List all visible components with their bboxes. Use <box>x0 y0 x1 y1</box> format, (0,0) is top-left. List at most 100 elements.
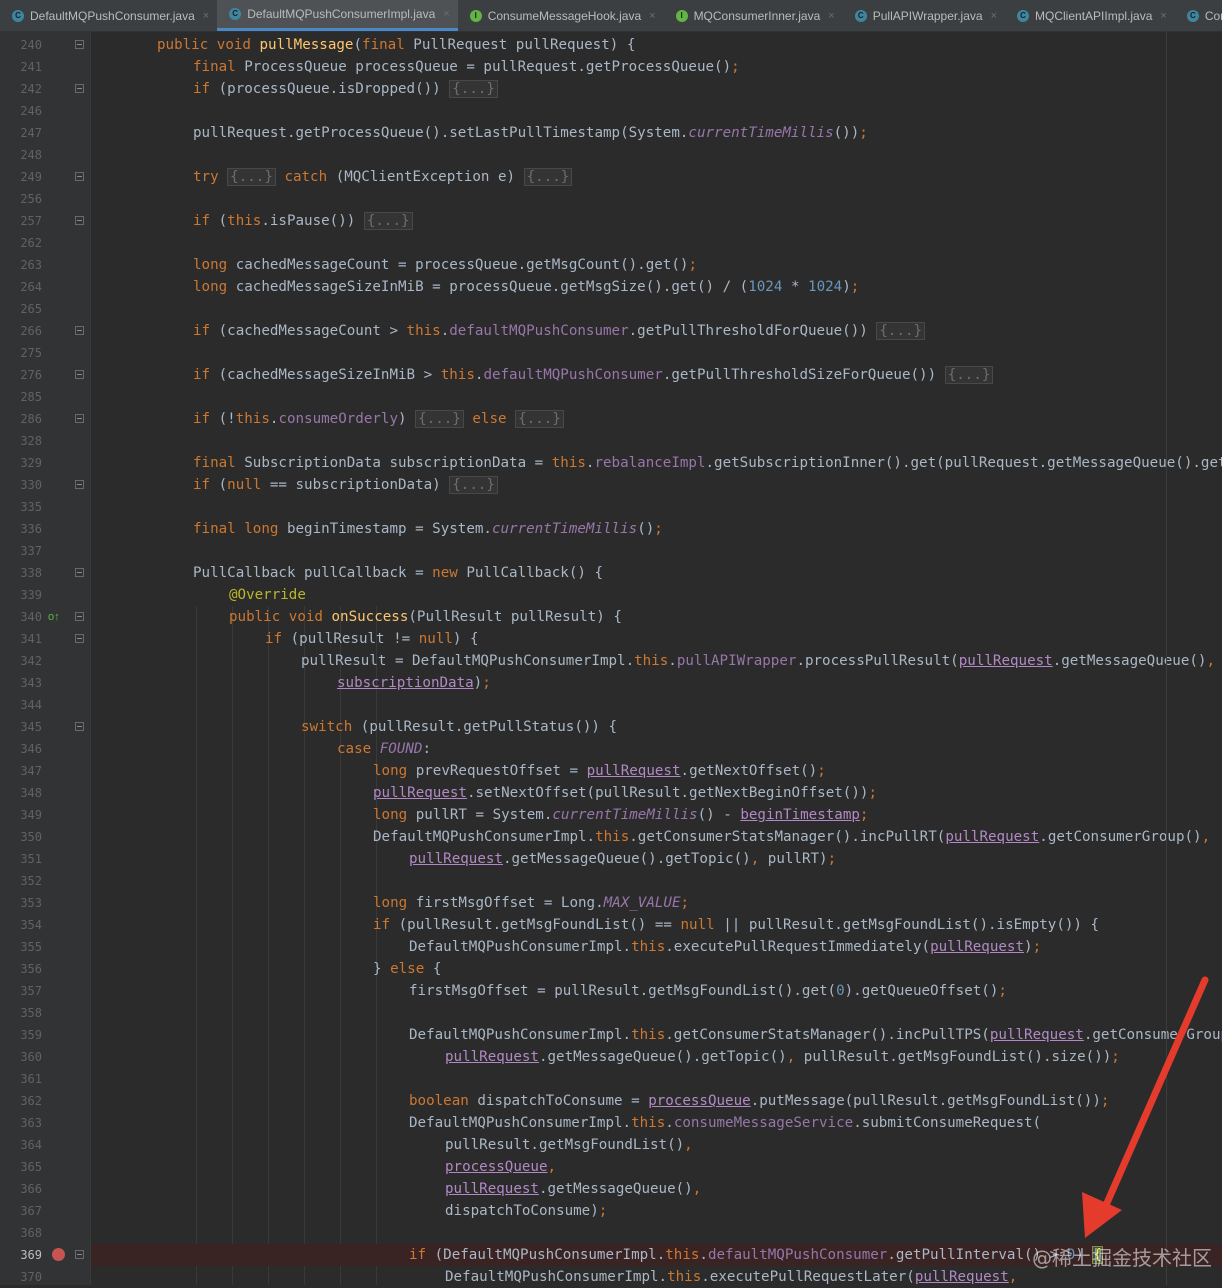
code-area[interactable]: public void pullMessage(final PullReques… <box>91 31 1222 1285</box>
code-line[interactable]: } else { <box>91 958 1222 980</box>
code-line[interactable]: final ProcessQueue processQueue = pullRe… <box>91 56 1222 78</box>
code-line[interactable]: @Override <box>91 584 1222 606</box>
code-line[interactable]: if (cachedMessageSizeInMiB > this.defaul… <box>91 364 1222 386</box>
close-tab-icon[interactable]: × <box>203 10 209 22</box>
folded-code-block[interactable]: {...} <box>449 476 498 494</box>
code-line[interactable]: switch (pullResult.getPullStatus()) { <box>91 716 1222 738</box>
code-line[interactable]: public void onSuccess(PullResult pullRes… <box>91 606 1222 628</box>
tab-consumemessagehook[interactable]: IConsumeMessageHook.java× <box>458 0 664 31</box>
code-line[interactable] <box>91 1002 1222 1024</box>
fold-toggle-icon[interactable] <box>75 634 84 643</box>
fold-toggle-icon[interactable] <box>75 414 84 423</box>
code-line[interactable]: public void pullMessage(final PullReques… <box>91 34 1222 56</box>
folded-code-block[interactable]: {...} <box>364 212 413 230</box>
tab-mqclientapiimpl[interactable]: CMQClientAPIImpl.java× <box>1005 0 1175 31</box>
tab-defaultmqpushconsumer[interactable]: CDefaultMQPushConsumer.java× <box>0 0 217 31</box>
code-editor[interactable]: 2402412422462472482492562572622632642652… <box>0 31 1222 1285</box>
code-line[interactable]: final long beginTimestamp = System.curre… <box>91 518 1222 540</box>
code-line[interactable]: firstMsgOffset = pullResult.getMsgFoundL… <box>91 980 1222 1002</box>
code-line[interactable]: DefaultMQPushConsumerImpl.this.consumeMe… <box>91 1112 1222 1134</box>
code-line[interactable] <box>91 386 1222 408</box>
code-line[interactable]: case FOUND: <box>91 738 1222 760</box>
code-line[interactable]: long firstMsgOffset = Long.MAX_VALUE; <box>91 892 1222 914</box>
code-line[interactable] <box>91 144 1222 166</box>
line-number: 266 <box>0 320 42 342</box>
code-line[interactable] <box>91 1068 1222 1090</box>
code-line[interactable]: long prevRequestOffset = pullRequest.get… <box>91 760 1222 782</box>
code-line[interactable]: if (pullResult.getMsgFoundList() == null… <box>91 914 1222 936</box>
fold-toggle-icon[interactable] <box>75 172 84 181</box>
code-line[interactable] <box>91 496 1222 518</box>
code-line[interactable]: pullRequest.getMessageQueue(), <box>91 1178 1222 1200</box>
code-line[interactable]: long cachedMessageSizeInMiB = processQue… <box>91 276 1222 298</box>
code-line[interactable] <box>91 870 1222 892</box>
tab-defaultmqpushconsumerimpl[interactable]: CDefaultMQPushConsumerImpl.java× <box>217 0 458 31</box>
code-line[interactable]: dispatchToConsume); <box>91 1200 1222 1222</box>
close-tab-icon[interactable]: × <box>443 8 449 20</box>
folded-code-block[interactable]: {...} <box>515 410 564 428</box>
folded-code-block[interactable]: {...} <box>227 168 276 186</box>
fold-toggle-icon[interactable] <box>75 84 84 93</box>
tab-consumemessageservice[interactable]: CConsumeMessageService.java× <box>1175 0 1222 31</box>
code-line[interactable] <box>91 298 1222 320</box>
code-line[interactable]: try {...} catch (MQClientException e) {.… <box>91 166 1222 188</box>
code-line[interactable]: DefaultMQPushConsumerImpl.this.executePu… <box>91 936 1222 958</box>
code-line[interactable]: final SubscriptionData subscriptionData … <box>91 452 1222 474</box>
code-line[interactable] <box>91 188 1222 210</box>
tab-pullapiwrapper[interactable]: CPullAPIWrapper.java× <box>843 0 1005 31</box>
fold-toggle-icon[interactable] <box>75 370 84 379</box>
fold-toggle-icon[interactable] <box>75 40 84 49</box>
fold-toggle-icon[interactable] <box>75 722 84 731</box>
fold-toggle-icon[interactable] <box>75 568 84 577</box>
breakpoint-icon[interactable] <box>52 1248 65 1261</box>
folded-code-block[interactable]: {...} <box>524 168 573 186</box>
override-marker-icon[interactable]: o↑ <box>48 606 60 628</box>
code-line[interactable] <box>91 430 1222 452</box>
code-line[interactable]: pullRequest.getMessageQueue().getTopic()… <box>91 848 1222 870</box>
close-tab-icon[interactable]: × <box>1160 10 1166 22</box>
code-line[interactable]: long pullRT = System.currentTimeMillis()… <box>91 804 1222 826</box>
code-line[interactable]: if (cachedMessageCount > this.defaultMQP… <box>91 320 1222 342</box>
code-line[interactable] <box>91 342 1222 364</box>
folded-code-block[interactable]: {...} <box>449 80 498 98</box>
code-line[interactable]: boolean dispatchToConsume = processQueue… <box>91 1090 1222 1112</box>
line-number: 263 <box>0 254 42 276</box>
folded-code-block[interactable]: {...} <box>415 410 464 428</box>
fold-toggle-icon[interactable] <box>75 326 84 335</box>
fold-toggle-icon[interactable] <box>75 216 84 225</box>
code-line[interactable] <box>91 694 1222 716</box>
code-line[interactable]: pullRequest.getProcessQueue().setLastPul… <box>91 122 1222 144</box>
code-line[interactable] <box>91 1222 1222 1244</box>
code-line[interactable]: DefaultMQPushConsumerImpl.this.getConsum… <box>91 826 1222 848</box>
code-line[interactable]: pullRequest.setNextOffset(pullResult.get… <box>91 782 1222 804</box>
folded-code-block[interactable]: {...} <box>876 322 925 340</box>
code-line[interactable]: long cachedMessageCount = processQueue.g… <box>91 254 1222 276</box>
tab-mqconsumerinner[interactable]: IMQConsumerInner.java× <box>664 0 843 31</box>
fold-toggle-icon[interactable] <box>75 1250 84 1259</box>
code-line[interactable]: if (processQueue.isDropped()) {...} <box>91 78 1222 100</box>
line-number-gutter[interactable]: 2402412422462472482492562572622632642652… <box>0 31 91 1285</box>
fold-toggle-icon[interactable] <box>75 480 84 489</box>
fold-toggle-icon[interactable] <box>75 612 84 621</box>
close-tab-icon[interactable]: × <box>649 10 655 22</box>
code-line[interactable] <box>91 232 1222 254</box>
code-line[interactable] <box>91 540 1222 562</box>
code-line[interactable]: if (!this.consumeOrderly) {...} else {..… <box>91 408 1222 430</box>
folded-code-block[interactable]: {...} <box>945 366 994 384</box>
code-line[interactable] <box>91 100 1222 122</box>
code-line[interactable]: DefaultMQPushConsumerImpl.this.getConsum… <box>91 1024 1222 1046</box>
code-line[interactable]: if (pullResult != null) { <box>91 628 1222 650</box>
code-line[interactable]: pullResult = DefaultMQPushConsumerImpl.t… <box>91 650 1222 672</box>
code-line[interactable]: PullCallback pullCallback = new PullCall… <box>91 562 1222 584</box>
code-line[interactable]: processQueue, <box>91 1156 1222 1178</box>
close-tab-icon[interactable]: × <box>991 10 997 22</box>
code-line[interactable]: if (this.isPause()) {...} <box>91 210 1222 232</box>
code-line[interactable]: pullRequest.getMessageQueue().getTopic()… <box>91 1046 1222 1068</box>
line-number: 348 <box>0 782 42 804</box>
code-line[interactable]: if (null == subscriptionData) {...} <box>91 474 1222 496</box>
code-token: . <box>699 1247 708 1263</box>
code-token: ; <box>482 675 491 691</box>
code-line[interactable]: subscriptionData); <box>91 672 1222 694</box>
close-tab-icon[interactable]: × <box>828 10 834 22</box>
code-line[interactable]: pullResult.getMsgFoundList(), <box>91 1134 1222 1156</box>
